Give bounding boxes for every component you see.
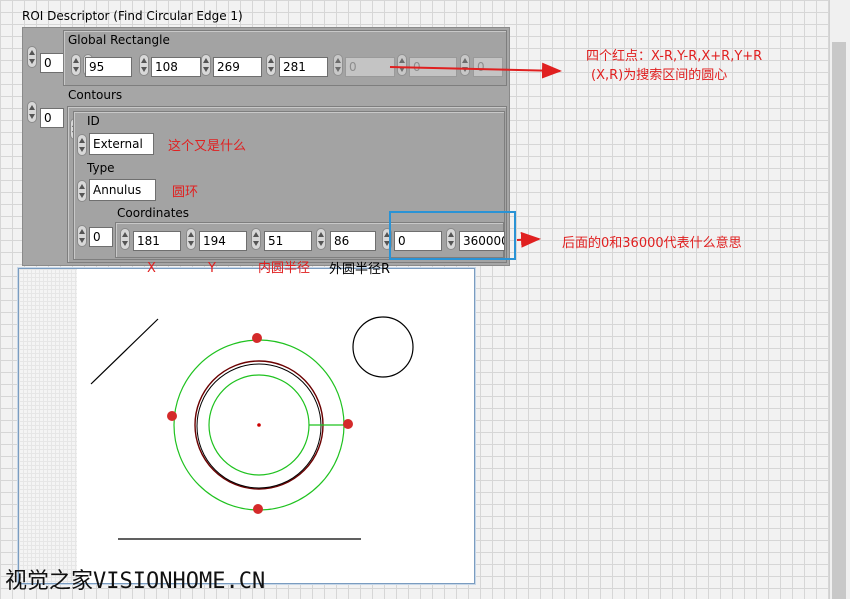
annotation-id-question: 这个又是什么: [168, 139, 247, 154]
center-point: [257, 423, 261, 427]
watermark-text: 视觉之家VISIONHOME.CN: [5, 569, 266, 594]
annotation-y: Y: [208, 261, 216, 276]
annotation-x: X: [147, 261, 156, 276]
annotation-outer-radius: 外圆半径R: [329, 262, 391, 277]
annotation-red-points-line2: (X,R)为搜索区间的圆心: [591, 68, 728, 83]
arrow-to-angle-box: [516, 231, 541, 248]
overlay-drawing: [90, 62, 562, 540]
annotation-red-points-line1: 四个红点：X-R,Y-R,X+R,Y+R: [586, 49, 763, 64]
arrow-to-global-rect: [389, 62, 562, 79]
annotation-angle-question: 后面的0和36000代表什么意思: [562, 236, 742, 251]
annotation-inner-radius: 内圆半径: [258, 261, 311, 276]
diagonal-line: [90, 318, 159, 385]
small-black-circle: [352, 316, 414, 378]
annotation-annulus: 圆环: [172, 185, 199, 200]
